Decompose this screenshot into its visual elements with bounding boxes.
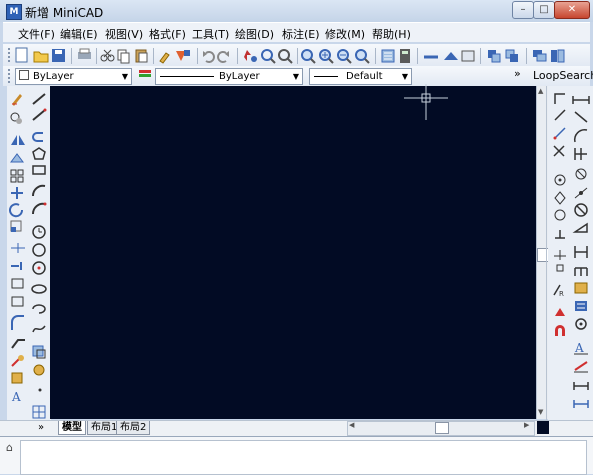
horizontal-scroll-thumb[interactable] [435, 422, 449, 434]
copy-icon [117, 49, 130, 64]
cut-icon [100, 49, 115, 62]
print-icon [78, 48, 91, 59]
menu-file[interactable]: 文件(F) [18, 26, 55, 42]
app-icon: M [6, 4, 22, 20]
line-sample [160, 76, 214, 77]
save-icon [52, 49, 65, 62]
list-icon [461, 50, 475, 62]
draw-modify-toolbar: A [9, 93, 47, 419]
layer-value: ByLayer [33, 71, 74, 82]
color-swatch-icon [139, 70, 151, 80]
menu-tools[interactable]: 工具(T) [192, 26, 229, 42]
zoom-extents-icon [301, 49, 316, 64]
maximize-button[interactable]: □ [533, 1, 555, 19]
cascade-icon [533, 50, 547, 62]
copy-objects-icon [488, 50, 501, 63]
window-title: 新增 MiniCAD [25, 6, 104, 20]
linetype-value: Default [346, 71, 383, 82]
svg-text:R: R [559, 290, 564, 298]
open-icon [33, 51, 49, 63]
zoom-in-icon [319, 49, 334, 64]
scroll-down-icon[interactable]: ▼ [538, 408, 543, 416]
area-icon [444, 52, 458, 60]
close-button[interactable]: ✕ [554, 1, 590, 19]
dimension-snap-toolbar: R A [553, 93, 590, 408]
menu-draw[interactable]: 绘图(D) [235, 26, 274, 42]
home-icon: ⌂ [6, 441, 13, 454]
scroll-right-icon[interactable]: ▶ [524, 421, 529, 429]
adcenter-icon [176, 50, 190, 61]
toolbar-grip[interactable] [8, 69, 13, 83]
chevron-down-icon: ▼ [121, 72, 128, 81]
loop-search-label[interactable]: LoopSearch [533, 69, 593, 82]
properties-icon [381, 49, 395, 63]
zoom-previous-icon [355, 49, 370, 64]
chevron-down-icon: ▼ [292, 72, 299, 81]
layer-combo[interactable]: ByLayer ▼ [15, 68, 132, 85]
new-file-icon [15, 47, 28, 63]
canvas-corner [537, 421, 549, 434]
calculator-icon [400, 49, 410, 63]
scroll-left-icon[interactable]: ◀ [349, 421, 354, 429]
menu-modify[interactable]: 修改(M) [325, 26, 365, 42]
toolbar-overflow-button[interactable]: » [514, 67, 521, 80]
match-properties-icon [159, 52, 170, 64]
line-sample [314, 76, 338, 77]
clipboard-icon [505, 49, 518, 62]
zoom-out-icon [337, 49, 352, 64]
linetype-combo[interactable]: Default ▼ [309, 68, 412, 85]
right-toolbar-divider [546, 86, 547, 435]
toolbar-grip[interactable] [8, 48, 13, 62]
layer-swatch [19, 70, 29, 80]
menu-edit[interactable]: 编辑(E) [60, 26, 98, 42]
crosshair-cursor [404, 84, 448, 120]
drawing-canvas[interactable] [50, 86, 536, 419]
menu-view[interactable]: 视图(V) [105, 26, 143, 42]
pan-icon [244, 50, 257, 62]
standard-toolbar-icons [15, 47, 565, 64]
minimize-button[interactable]: – [512, 1, 534, 19]
zoom-window-icon [278, 49, 293, 64]
menu-help[interactable]: 帮助(H) [372, 26, 411, 42]
tab-nav-icon[interactable]: » [38, 422, 44, 433]
color-combo[interactable]: ByLayer ▼ [155, 68, 303, 85]
undo-icon [203, 51, 215, 63]
menu-format[interactable]: 格式(F) [149, 26, 186, 42]
redo-icon [217, 51, 229, 63]
menu-dimension[interactable]: 标注(E) [282, 26, 320, 42]
svg-text:A: A [11, 390, 21, 404]
tab-layout2[interactable]: 布局2 [116, 421, 151, 435]
paste-icon [135, 49, 148, 63]
scroll-up-icon[interactable]: ▲ [538, 87, 543, 95]
chevron-down-icon: ▼ [401, 72, 408, 81]
tab-model[interactable]: 模型 [58, 421, 86, 435]
command-input[interactable] [20, 440, 587, 475]
tile-icon [551, 49, 565, 63]
color-value: ByLayer [219, 71, 260, 82]
svg-text:A: A [574, 341, 584, 355]
zoom-realtime-icon [261, 49, 276, 64]
